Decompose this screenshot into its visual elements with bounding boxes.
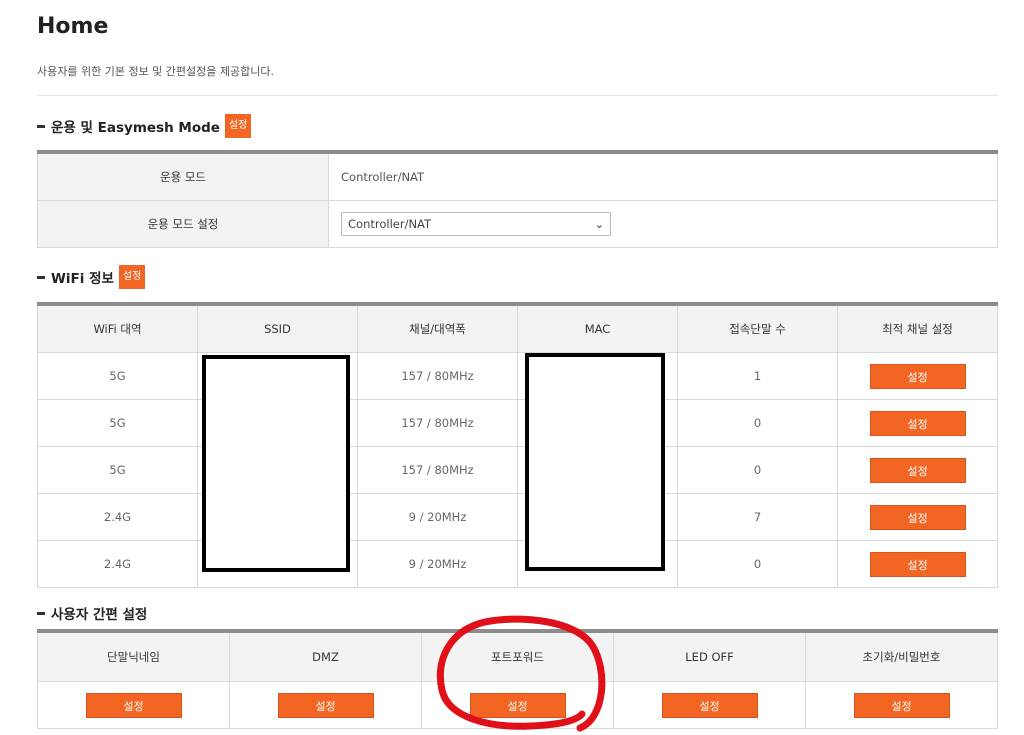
mode-table: 운용 모드 Controller/NAT 운용 모드 설정 Controller… — [37, 150, 998, 248]
mode-setting-label: 운용 모드 설정 — [37, 200, 329, 248]
wifi-channel: 157 / 80MHz — [357, 352, 518, 400]
optimal-channel-button[interactable]: 설정 — [869, 457, 966, 483]
wifi-band: 5G — [37, 446, 198, 494]
reset-password-settings-button[interactable]: 설정 — [853, 692, 950, 718]
optimal-channel-button[interactable]: 설정 — [869, 410, 966, 436]
optimal-channel-button[interactable]: 설정 — [869, 363, 966, 389]
col-header-dmz: DMZ — [229, 630, 422, 682]
ssid-redaction — [202, 355, 350, 572]
col-header-optimal-channel: 최적 채널 설정 — [837, 303, 998, 353]
wifi-settings-button[interactable]: 설정 — [118, 265, 146, 289]
wifi-clients: 7 — [677, 493, 838, 541]
wifi-table: WiFi 대역 SSID 채널/대역폭 MAC 접속단말 수 최적 채널 설정 … — [37, 302, 998, 588]
quick-settings-table: 단말닉네임 DMZ 포트포워드 LED OFF 초기화/비밀번호 설정 설정 설… — [37, 629, 998, 729]
mode-value: Controller/NAT — [328, 151, 998, 201]
table-row: 설정 설정 설정 설정 설정 — [37, 681, 998, 729]
wifi-channel: 9 / 20MHz — [357, 493, 518, 541]
wifi-channel: 157 / 80MHz — [357, 446, 518, 494]
nickname-settings-button[interactable]: 설정 — [85, 692, 182, 718]
table-row: 5G 157 / 80MHz 1 설정 — [37, 352, 998, 400]
wifi-clients: 0 — [677, 399, 838, 447]
table-row: 운용 모드 설정 Controller/NAT ⌄ — [37, 200, 998, 248]
dmz-settings-button[interactable]: 설정 — [277, 692, 374, 718]
mode-label: 운용 모드 — [37, 151, 329, 201]
wifi-band: 2.4G — [37, 540, 198, 588]
section-title-wifi: WiFi 정보 설정 — [37, 265, 146, 289]
mac-redaction — [525, 353, 665, 571]
port-forward-settings-button[interactable]: 설정 — [469, 692, 566, 718]
table-header-row: 단말닉네임 DMZ 포트포워드 LED OFF 초기화/비밀번호 — [37, 630, 998, 682]
mode-settings-button[interactable]: 설정 — [224, 114, 252, 138]
wifi-clients: 0 — [677, 446, 838, 494]
wifi-band: 2.4G — [37, 493, 198, 541]
wifi-band: 5G — [37, 399, 198, 447]
page-title: Home — [37, 14, 109, 39]
col-header-mac: MAC — [517, 303, 678, 353]
optimal-channel-button[interactable]: 설정 — [869, 551, 966, 577]
col-header-port-forward: 포트포워드 — [421, 630, 614, 682]
chevron-down-icon: ⌄ — [594, 217, 604, 231]
section-title-mode: 운용 및 Easymesh Mode 설정 — [37, 114, 252, 138]
led-off-settings-button[interactable]: 설정 — [661, 692, 758, 718]
wifi-channel: 9 / 20MHz — [357, 540, 518, 588]
col-header-reset-password: 초기화/비밀번호 — [805, 630, 998, 682]
col-header-nickname: 단말닉네임 — [37, 630, 230, 682]
mode-select[interactable]: Controller/NAT ⌄ — [341, 212, 611, 236]
wifi-band: 5G — [37, 352, 198, 400]
table-header-row: WiFi 대역 SSID 채널/대역폭 MAC 접속단말 수 최적 채널 설정 — [37, 303, 998, 353]
col-header-channel: 채널/대역폭 — [357, 303, 518, 353]
page-description: 사용자를 위한 기본 정보 및 간편설정을 제공합니다. — [37, 65, 274, 78]
section-dash-icon — [37, 275, 45, 279]
table-row: 2.4G 9 / 20MHz 7 설정 — [37, 493, 998, 541]
col-header-clients: 접속단말 수 — [677, 303, 838, 353]
col-header-ssid: SSID — [197, 303, 358, 353]
table-row: 5G 157 / 80MHz 0 설정 — [37, 399, 998, 447]
table-row: 운용 모드 Controller/NAT — [37, 151, 998, 201]
table-row: 5G 157 / 80MHz 0 설정 — [37, 446, 998, 494]
wifi-clients: 1 — [677, 352, 838, 400]
col-header-band: WiFi 대역 — [37, 303, 198, 353]
optimal-channel-button[interactable]: 설정 — [869, 504, 966, 530]
wifi-channel: 157 / 80MHz — [357, 399, 518, 447]
table-row: 2.4G 9 / 20MHz 0 설정 — [37, 540, 998, 588]
wifi-clients: 0 — [677, 540, 838, 588]
section-dash-icon — [37, 124, 45, 128]
section-dash-icon — [37, 611, 45, 615]
col-header-led-off: LED OFF — [613, 630, 806, 682]
divider — [37, 95, 998, 96]
section-title-quick: 사용자 간편 설정 — [37, 603, 147, 623]
